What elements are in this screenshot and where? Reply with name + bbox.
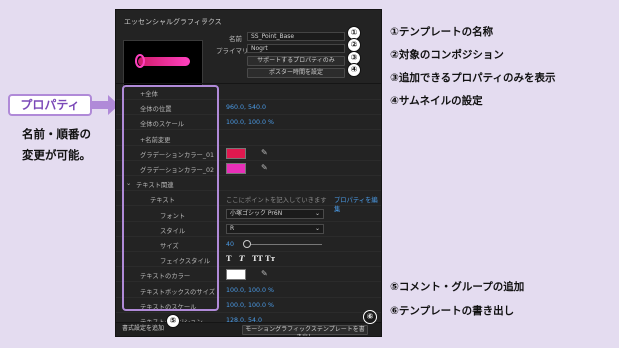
panel-menu-icon[interactable]: ≡ xyxy=(202,16,208,24)
marker-4: ④ xyxy=(347,63,361,77)
legend-item-4: ④サムネイルの設定 xyxy=(390,95,483,107)
panel-bottom-bar: 書式設定を追加 モーショングラフィックステンプレートを書き出し xyxy=(116,322,381,336)
faux-style-button[interactable]: TT xyxy=(252,254,263,263)
panel-divider xyxy=(116,83,381,84)
marker-6: ⑥ xyxy=(363,310,377,324)
select-value: R xyxy=(230,224,235,232)
add-formatting-button[interactable]: 書式設定を追加 xyxy=(122,325,174,335)
property-value[interactable]: 40 xyxy=(226,241,234,248)
property-value[interactable]: 100.0, 100.0 % xyxy=(226,119,274,126)
primary-label: プライマリ xyxy=(216,47,249,55)
size-slider-track[interactable] xyxy=(246,244,322,245)
property-list-highlight xyxy=(122,85,219,311)
set-poster-time-button[interactable]: ポスター時間を設定 xyxy=(247,68,345,78)
solo-supported-properties-button[interactable]: サポートするプロパティのみ xyxy=(247,56,345,66)
property-value[interactable]: 100.0, 100.0 % xyxy=(226,287,274,294)
color-swatch[interactable] xyxy=(226,163,246,174)
thumbnail-logo xyxy=(138,57,190,66)
size-slider-handle[interactable] xyxy=(243,240,251,248)
property-select[interactable]: 小塚ゴシック Pr6N ⌄ xyxy=(226,208,324,219)
legend-item-6: ⑥テンプレートの書き出し xyxy=(390,305,515,317)
property-callout-label: プロパティ xyxy=(8,94,92,116)
template-name-input[interactable]: SS_Point_Base xyxy=(247,32,345,41)
property-value[interactable]: 100.0, 100.0 % xyxy=(226,302,274,309)
chevron-down-icon: ⌄ xyxy=(314,224,320,232)
thumbnail-logo-ring xyxy=(135,54,145,68)
property-select[interactable]: R ⌄ xyxy=(226,223,324,234)
marker-2: ② xyxy=(347,38,361,52)
export-motion-graphics-template-button[interactable]: モーショングラフィックステンプレートを書き出し xyxy=(242,325,368,336)
eyedropper-icon[interactable]: ✎ xyxy=(261,163,268,172)
eyedropper-icon[interactable]: ✎ xyxy=(261,269,268,278)
legend-item-3: ③追加できるプロパティのみを表示 xyxy=(390,72,556,84)
callout-desc-line-1: 名前・順番の xyxy=(22,127,91,141)
faux-style-button[interactable]: T xyxy=(226,254,232,263)
legend-item-1: ①テンプレートの名称 xyxy=(390,26,494,38)
legend-item-5: ⑤コメント・グループの追加 xyxy=(390,281,525,293)
chevron-down-icon: ⌄ xyxy=(314,209,320,217)
legend-item-2: ②対象のコンポジション xyxy=(390,49,504,61)
select-value: 小塚ゴシック Pr6N xyxy=(230,209,283,217)
faux-style-button[interactable]: Tт xyxy=(265,254,275,263)
primary-composition-select[interactable]: Nogrt xyxy=(247,44,345,53)
marker-5: ⑤ xyxy=(166,314,180,328)
source-text-field[interactable]: ここにポイントを記入していきます xyxy=(226,195,327,204)
template-thumbnail xyxy=(123,40,203,87)
callout-description: 名前・順番の 変更が可能。 xyxy=(22,124,91,166)
faux-style-button[interactable]: T xyxy=(239,254,245,263)
name-label: 名前 xyxy=(229,35,242,43)
callout-desc-line-2: 変更が可能。 xyxy=(22,148,91,162)
color-swatch[interactable] xyxy=(226,147,246,159)
color-swatch[interactable] xyxy=(226,269,246,281)
eyedropper-icon[interactable]: ✎ xyxy=(261,148,268,157)
property-value[interactable]: 960.0, 540.0 xyxy=(226,104,266,111)
